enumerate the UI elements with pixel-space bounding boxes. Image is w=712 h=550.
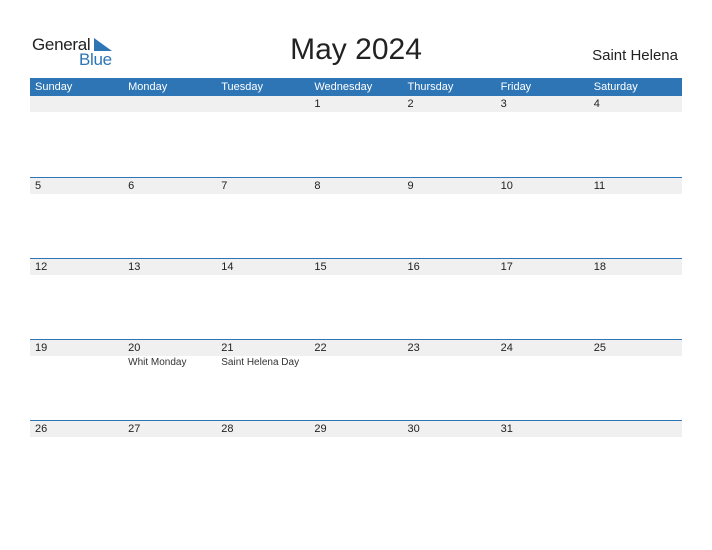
- day-number: 29: [314, 423, 327, 435]
- day-number: 21: [221, 342, 234, 354]
- day-cell: 30: [403, 421, 496, 491]
- day-cell: 18: [589, 259, 682, 329]
- week-cells: 1 2 3 4: [30, 96, 682, 166]
- day-cell: 16: [403, 259, 496, 329]
- weekday-monday: Monday: [128, 81, 168, 93]
- week-row: 12 13 14 15 16 17 18: [30, 258, 682, 338]
- day-number: 11: [593, 180, 606, 192]
- day-cell: 26: [30, 421, 123, 491]
- day-cell: [589, 421, 682, 491]
- weekday-friday: Friday: [500, 81, 532, 93]
- day-cell: 27: [123, 421, 216, 491]
- day-number: 2: [407, 98, 414, 110]
- day-number: [128, 96, 216, 112]
- day-cell: 11: [589, 178, 682, 248]
- day-cell: 12: [30, 259, 123, 329]
- holiday-label: Whit Monday: [128, 357, 187, 368]
- day-cell: [216, 96, 309, 166]
- day-number: [221, 96, 309, 112]
- day-cell: 13: [123, 259, 216, 329]
- day-number: 22: [314, 342, 327, 354]
- day-number: 7: [221, 180, 228, 192]
- week-cells: 19 20 Whit Monday 21 Saint Helena Day 22 23 24 2…: [30, 340, 682, 410]
- day-number: 15: [314, 261, 327, 273]
- day-number: 24: [500, 342, 513, 354]
- day-number: 8: [314, 180, 321, 192]
- day-cell: 4: [589, 96, 682, 166]
- day-number: 18: [593, 261, 606, 273]
- day-number: 19: [35, 342, 48, 354]
- country-name: Saint Helena: [592, 47, 678, 64]
- day-cell: 10: [496, 178, 589, 248]
- day-number: [594, 421, 682, 437]
- day-number: 1: [314, 98, 321, 110]
- day-number: 20: [128, 342, 141, 354]
- weekday-wednesday: Wednesday: [314, 81, 373, 93]
- week-cells: 26 27 28 29 30 31: [30, 421, 682, 491]
- day-cell: 22: [309, 340, 402, 410]
- day-number: 4: [593, 98, 600, 110]
- day-number: 13: [128, 261, 141, 273]
- day-cell: 6: [123, 178, 216, 248]
- day-number: 23: [407, 342, 420, 354]
- day-cell: 15: [309, 259, 402, 329]
- holiday-label: Saint Helena Day: [221, 357, 300, 368]
- weekday-header: Sunday Monday Tuesday Wednesday Thursday…: [30, 78, 682, 96]
- day-number: 17: [500, 261, 513, 273]
- day-number: 3: [500, 98, 507, 110]
- day-number: 28: [221, 423, 234, 435]
- day-cell: 23: [403, 340, 496, 410]
- weekday-tuesday: Tuesday: [221, 81, 264, 93]
- day-cell: [30, 96, 123, 166]
- day-number: 25: [593, 342, 606, 354]
- day-number: 14: [221, 261, 234, 273]
- day-number: 10: [500, 180, 513, 192]
- day-cell: 8: [309, 178, 402, 248]
- day-cell: 24: [496, 340, 589, 410]
- day-cell: 1: [309, 96, 402, 166]
- day-number: 6: [128, 180, 135, 192]
- weekday-sunday: Sunday: [35, 81, 73, 93]
- day-number: 27: [128, 423, 141, 435]
- day-cell: 31: [496, 421, 589, 491]
- day-cell: 9: [403, 178, 496, 248]
- weekday-saturday: Saturday: [593, 81, 638, 93]
- day-cell: 28: [216, 421, 309, 491]
- weekday-thursday: Thursday: [407, 81, 454, 93]
- week-cells: 5 6 7 8 9 10 11: [30, 178, 682, 248]
- day-cell: 17: [496, 259, 589, 329]
- week-row: 26 27 28 29 30 31: [30, 420, 682, 500]
- day-cell: 19: [30, 340, 123, 410]
- day-cell: [123, 96, 216, 166]
- day-number: [35, 96, 123, 112]
- day-cell: 7: [216, 178, 309, 248]
- week-cells: 12 13 14 15 16 17 18: [30, 259, 682, 329]
- day-cell: 3: [496, 96, 589, 166]
- day-number: 31: [500, 423, 513, 435]
- day-cell: 25: [589, 340, 682, 410]
- day-number: 26: [35, 423, 48, 435]
- week-row: 5 6 7 8 9 10 11: [30, 177, 682, 257]
- week-row: 1 2 3 4: [30, 95, 682, 175]
- day-number: 9: [407, 180, 414, 192]
- day-cell: 21 Saint Helena Day: [216, 340, 309, 410]
- day-number: 30: [407, 423, 420, 435]
- day-cell: 5: [30, 178, 123, 248]
- week-row: 19 20 Whit Monday 21 Saint Helena Day 22 23 24 2…: [30, 339, 682, 419]
- day-cell: 20 Whit Monday: [123, 340, 216, 410]
- day-number: 16: [407, 261, 420, 273]
- day-cell: 29: [309, 421, 402, 491]
- day-number: 12: [35, 261, 48, 273]
- day-number: 5: [35, 180, 42, 192]
- day-cell: 2: [403, 96, 496, 166]
- day-cell: 14: [216, 259, 309, 329]
